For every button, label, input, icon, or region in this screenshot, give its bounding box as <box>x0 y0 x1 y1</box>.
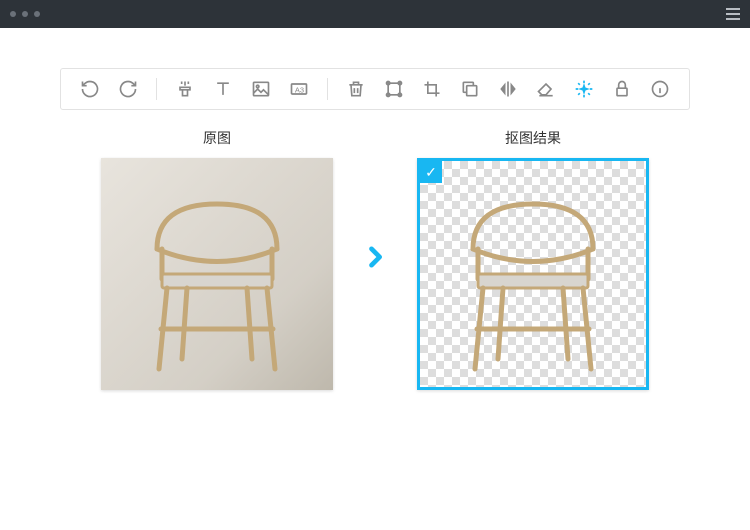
eraser-button[interactable] <box>534 77 558 101</box>
toolbar-divider <box>156 78 157 100</box>
check-icon: ✓ <box>420 161 442 183</box>
image-button[interactable] <box>249 77 273 101</box>
arrow-icon <box>361 243 389 276</box>
transform-button[interactable] <box>382 77 406 101</box>
hamburger-menu-icon[interactable] <box>726 8 740 20</box>
chair-illustration <box>127 174 307 374</box>
chair-illustration <box>443 174 623 374</box>
toolbar-divider <box>327 78 328 100</box>
original-panel: 原图 <box>101 128 333 390</box>
titlebar <box>0 0 750 28</box>
result-panel: 抠图结果 ✓ <box>417 128 649 390</box>
copy-button[interactable] <box>458 77 482 101</box>
flip-button[interactable] <box>496 77 520 101</box>
result-label: 抠图结果 <box>505 128 561 148</box>
svg-text:A3: A3 <box>295 85 304 94</box>
image-comparison: 原图 抠图结果 ✓ <box>60 128 690 390</box>
textbox-button[interactable]: A3 <box>287 77 311 101</box>
delete-button[interactable] <box>344 77 368 101</box>
original-image[interactable] <box>101 158 333 390</box>
original-label: 原图 <box>203 128 231 148</box>
window-controls[interactable] <box>10 11 40 17</box>
redo-button[interactable] <box>116 77 140 101</box>
magic-wand-button[interactable] <box>572 77 596 101</box>
crop-button[interactable] <box>420 77 444 101</box>
undo-button[interactable] <box>78 77 102 101</box>
toolbar: A3 <box>60 68 690 110</box>
text-button[interactable] <box>211 77 235 101</box>
main-content: A3 原图 <box>0 28 750 430</box>
info-button[interactable] <box>648 77 672 101</box>
result-image[interactable]: ✓ <box>417 158 649 390</box>
lock-button[interactable] <box>610 77 634 101</box>
brush-button[interactable] <box>173 77 197 101</box>
